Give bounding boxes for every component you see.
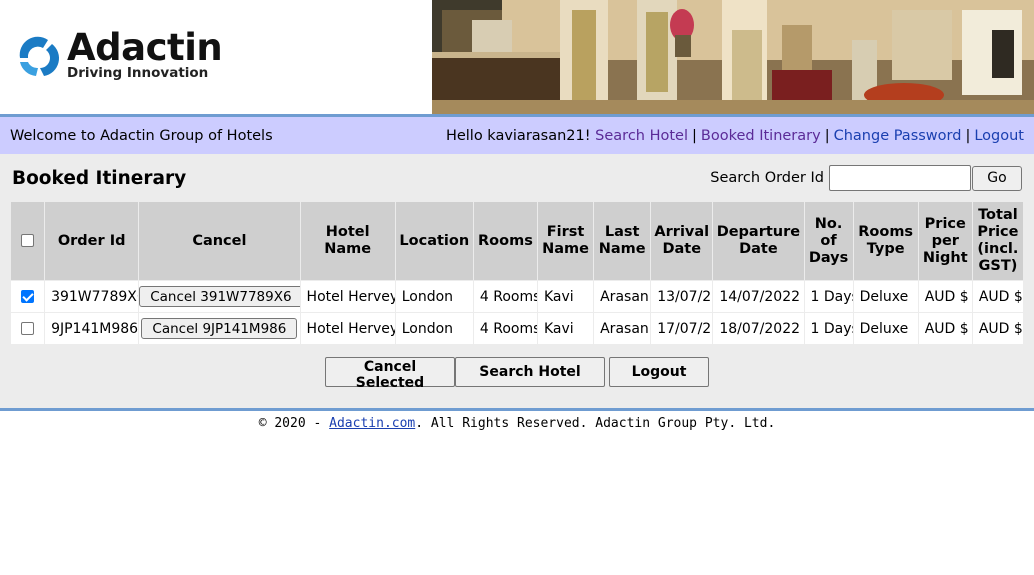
- action-buttons: Cancel Selected Search Hotel Logout: [325, 357, 709, 391]
- price-cell: AUD $: [918, 281, 972, 312]
- logo-tagline: Driving Innovation: [67, 65, 209, 81]
- cancel-order-button[interactable]: Cancel 9JP141M986: [141, 318, 298, 339]
- footer-divider: [0, 408, 1034, 411]
- main-content: Booked Itinerary Search Order Id Go Orde…: [0, 154, 1034, 408]
- table-header-row: Order Id Cancel Hotel Name Location Room…: [11, 202, 1023, 280]
- cancel-cell: Cancel 391W7789X6: [139, 281, 300, 312]
- footer-prefix: © 2020 -: [258, 416, 330, 431]
- nav-logout-link[interactable]: Logout: [974, 128, 1024, 144]
- arrival-date-cell: 17/07/2022: [651, 313, 713, 344]
- rooms-cell: 4 Rooms: [473, 313, 537, 344]
- cancel-order-button[interactable]: Cancel 391W7789X6: [139, 286, 300, 307]
- cancel-selected-button[interactable]: Cancel Selected: [325, 357, 455, 391]
- itinerary-table: Order Id Cancel Hotel Name Location Room…: [10, 201, 1024, 345]
- page-title: Booked Itinerary: [12, 168, 187, 189]
- adactin-logo: Adactin Driving Innovation: [14, 26, 244, 88]
- col-cancel: Cancel: [139, 202, 300, 280]
- hotel-name-cell: Hotel Hervey: [300, 313, 395, 344]
- col-location: Location: [395, 202, 473, 280]
- search-order-id-label: Search Order Id: [710, 170, 824, 186]
- col-price-per-night: Price per Night: [918, 202, 972, 280]
- select-all-header: [11, 202, 45, 280]
- total-price-cell: AUD $: [972, 281, 1023, 312]
- col-departure-date: Departure Date: [713, 202, 804, 280]
- row-select-cell: [11, 313, 45, 344]
- row-checkbox[interactable]: [21, 290, 35, 303]
- last-name-cell: Arasan: [594, 313, 651, 344]
- col-first-name: First Name: [538, 202, 594, 280]
- last-name-cell: Arasan: [594, 281, 651, 312]
- arrival-date-cell: 13/07/2022: [651, 281, 713, 312]
- location-cell: London: [395, 281, 473, 312]
- nav-booked-itinerary-link[interactable]: Booked Itinerary: [701, 128, 821, 144]
- page-footer: © 2020 - Adactin.com. All Rights Reserve…: [0, 416, 1034, 431]
- footer-adactin-link[interactable]: Adactin.com: [329, 416, 415, 431]
- nav-bar: Welcome to Adactin Group of Hotels Hello…: [0, 117, 1034, 154]
- departure-date-cell: 18/07/2022: [713, 313, 804, 344]
- first-name-cell: Kavi: [538, 281, 594, 312]
- user-greeting: Hello kaviarasan21!: [445, 127, 591, 144]
- rooms-cell: 4 Rooms: [473, 281, 537, 312]
- logout-button[interactable]: Logout: [609, 357, 709, 387]
- search-hotel-button[interactable]: Search Hotel: [455, 357, 605, 387]
- page-header: Adactin Driving Innovation: [0, 0, 1034, 114]
- search-order-id-input[interactable]: [829, 165, 971, 191]
- total-price-cell: AUD $: [972, 313, 1023, 344]
- days-cell: 1 Days: [804, 313, 853, 344]
- col-total-price: Total Price (incl. GST): [972, 202, 1023, 280]
- go-button[interactable]: Go: [972, 165, 1022, 191]
- col-no-of-days: No. of Days: [804, 202, 853, 280]
- row-select-cell: [11, 281, 45, 312]
- table-row: 391W7789X6 Cancel 391W7789X6 Hotel Herve…: [11, 281, 1023, 312]
- col-arrival-date: Arrival Date: [651, 202, 713, 280]
- select-all-checkbox[interactable]: [21, 234, 35, 247]
- col-order-id: Order Id: [45, 202, 139, 280]
- hotel-name-cell: Hotel Hervey: [300, 281, 395, 312]
- order-search: Search Order Id Go: [710, 165, 1022, 191]
- col-rooms: Rooms: [473, 202, 537, 280]
- col-rooms-type: Rooms Type: [853, 202, 918, 280]
- table-row: 9JP141M986 Cancel 9JP141M986 Hotel Herve…: [11, 313, 1023, 344]
- price-cell: AUD $: [918, 313, 972, 344]
- first-name-cell: Kavi: [538, 313, 594, 344]
- row-checkbox[interactable]: [21, 322, 35, 335]
- cancel-cell: Cancel 9JP141M986: [139, 313, 300, 344]
- col-hotel-name: Hotel Name: [300, 202, 395, 280]
- logo-mark-icon: [19, 36, 60, 76]
- nav-search-hotel-link[interactable]: Search Hotel: [595, 128, 688, 144]
- logo-brand-text: Adactin: [67, 26, 223, 69]
- welcome-text: Welcome to Adactin Group of Hotels: [10, 127, 273, 144]
- location-cell: London: [395, 313, 473, 344]
- nav-links: Hello kaviarasan21! Search Hotel | Booked …: [445, 127, 1024, 144]
- hotel-lobby-image: [432, 0, 1034, 114]
- footer-suffix: . All Rights Reserved. Adactin Group Pty…: [415, 416, 776, 431]
- room-type-cell: Deluxe: [853, 313, 918, 344]
- order-id-cell: 391W7789X6: [45, 281, 139, 312]
- days-cell: 1 Days: [804, 281, 853, 312]
- order-id-cell: 9JP141M986: [45, 313, 139, 344]
- col-last-name: Last Name: [594, 202, 651, 280]
- nav-change-password-link[interactable]: Change Password: [834, 128, 962, 144]
- room-type-cell: Deluxe: [853, 281, 918, 312]
- departure-date-cell: 14/07/2022: [713, 281, 804, 312]
